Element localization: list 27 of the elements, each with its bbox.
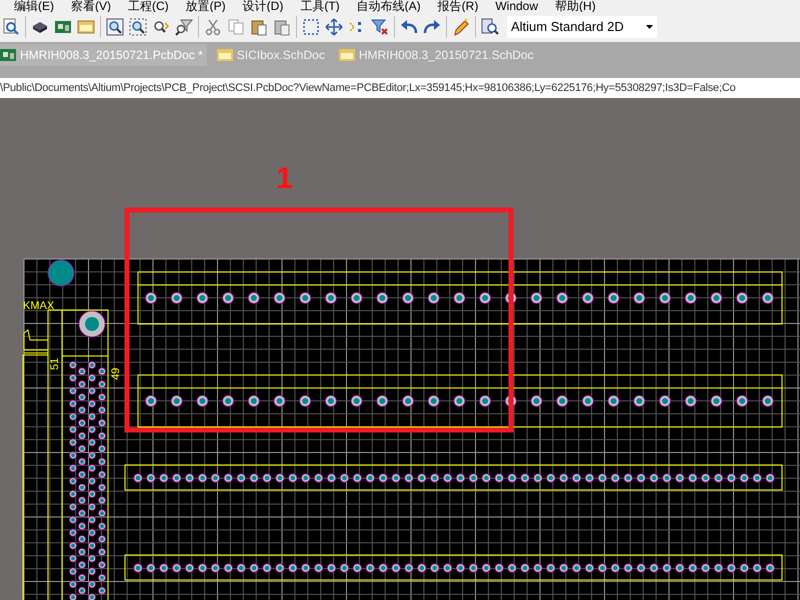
mounting-hole-drawing [48,260,74,286]
clear-filter-icon[interactable] [371,18,389,36]
paste-icon[interactable] [250,18,268,36]
folder-icon[interactable] [77,18,95,36]
zoom-area-icon[interactable] [129,18,147,36]
view-config-dropdown[interactable]: Altium Standard 2D [507,16,657,38]
cut-icon[interactable] [204,18,222,36]
dropdown-arrow-icon[interactable] [646,25,653,29]
undo-icon[interactable] [400,18,418,36]
inspect-icon[interactable] [481,18,499,36]
menu-item[interactable]: Window [495,0,538,12]
print-preview-icon[interactable] [2,18,20,36]
redo-icon[interactable] [423,18,441,36]
document-icon [216,49,233,61]
silkscreen-label: 51 [49,358,61,370]
filter-zoom-icon[interactable] [175,18,193,36]
circuit-board-icon [0,49,16,61]
move-icon[interactable] [325,18,343,36]
circuit-board-icon[interactable] [54,18,72,36]
document-icon [338,49,355,61]
silkscreen-label: 49 [110,368,122,380]
pencil-icon[interactable] [452,18,470,36]
mounting-hole-drawing [78,310,106,338]
select-area-icon[interactable] [302,18,320,36]
paste-special-icon[interactable] [273,18,291,36]
zoom-fit-icon[interactable] [106,18,124,36]
annotation-label: 1 [276,162,293,195]
